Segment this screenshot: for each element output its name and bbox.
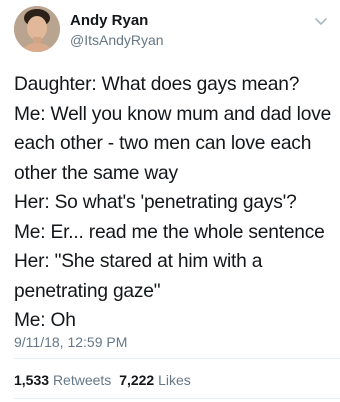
- avatar[interactable]: [14, 6, 60, 52]
- likes-label: Likes: [158, 372, 191, 388]
- divider: [14, 398, 340, 399]
- tweet-text-line: each other - two men can love each: [14, 133, 312, 154]
- chevron-down-icon[interactable]: [314, 14, 328, 28]
- tweet-text-line: penetrating gaze": [14, 280, 161, 302]
- tweet-timestamp[interactable]: 9/11/18, 12:59 PM: [14, 333, 127, 351]
- retweets-stat[interactable]: 1,533 Retweets: [14, 372, 111, 388]
- display-name[interactable]: Andy Ryan: [70, 12, 164, 30]
- retweets-count: 1,533: [14, 372, 50, 388]
- tweet-text-line: other the same way: [14, 162, 178, 184]
- user-names: Andy Ryan @ItsAndyRyan: [70, 12, 164, 49]
- tweet-stats: 1,533 Retweets 7,222 Likes: [14, 371, 195, 389]
- likes-count: 7,222: [119, 372, 155, 388]
- tweet-header: Andy Ryan @ItsAndyRyan: [14, 6, 328, 54]
- tweet-text-line: Her: "She stared at him with a: [14, 251, 263, 272]
- tweet-text: Daughter: What does gays mean? Me: Well …: [14, 70, 336, 336]
- user-handle[interactable]: @ItsAndyRyan: [70, 31, 164, 49]
- tweet-text-line: Me: Oh: [14, 310, 76, 331]
- retweets-label: Retweets: [52, 372, 112, 388]
- likes-stat[interactable]: 7,222 Likes: [119, 372, 191, 388]
- avatar-image: [14, 6, 60, 52]
- tweet-text-line: Her: So what's 'penetrating gays'?: [14, 192, 297, 213]
- tweet-card: Andy Ryan @ItsAndyRyan Daughter: What do…: [0, 0, 340, 402]
- tweet-text-line: Daughter: What does gays mean?: [14, 74, 300, 95]
- divider: [14, 358, 340, 359]
- tweet-text-line: Me: Well you know mum and dad love: [14, 103, 332, 125]
- tweet-text-line: Me: Er... read me the whole sentence: [14, 221, 325, 243]
